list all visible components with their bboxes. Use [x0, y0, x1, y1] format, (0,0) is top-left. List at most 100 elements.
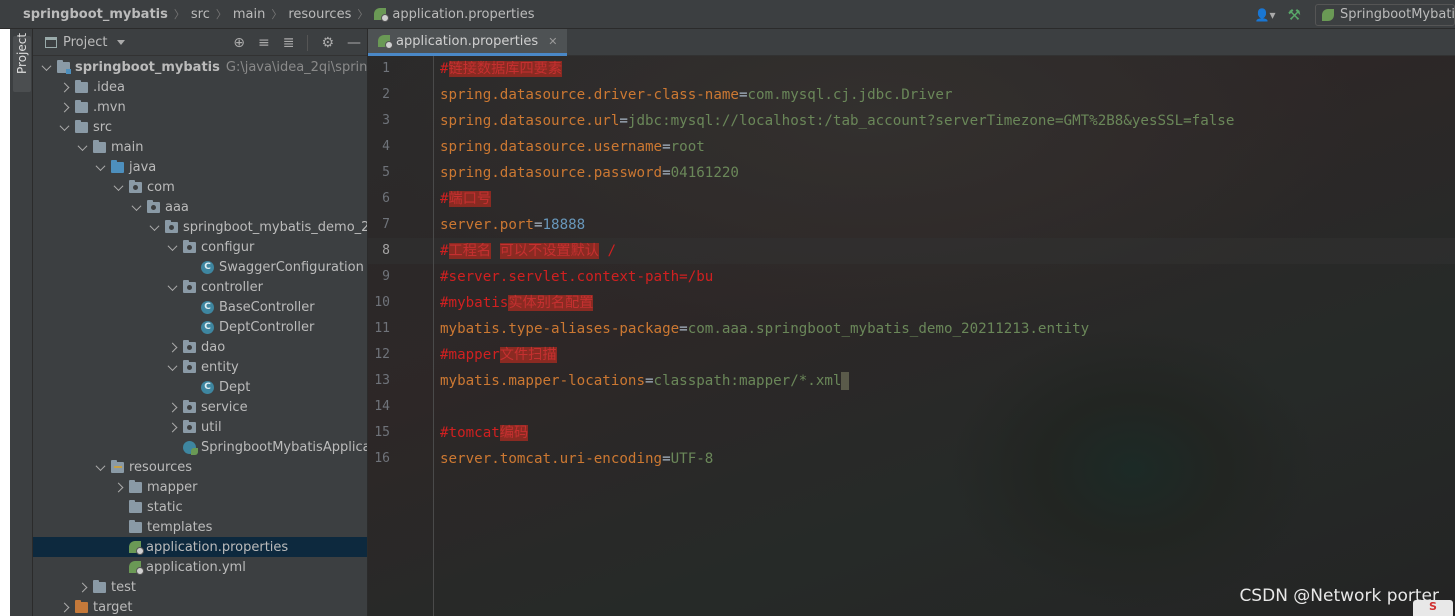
chevron-down-icon[interactable] — [113, 182, 123, 192]
chevron-right-icon[interactable] — [77, 582, 87, 592]
tree-item[interactable]: .mvn — [33, 97, 367, 117]
gear-icon[interactable]: ⚙ — [321, 35, 334, 51]
code-line[interactable]: server.tomcat.uri-encoding=UTF-8 — [440, 446, 713, 472]
breadcrumb-item[interactable]: main — [233, 0, 265, 29]
chevron-down-icon[interactable] — [167, 242, 177, 252]
tree-item-label: main — [111, 139, 144, 155]
tree-item[interactable]: target — [33, 597, 367, 616]
tree-item[interactable]: springboot_mybatis G:\java\idea_2qi\sprin… — [33, 57, 367, 77]
breadcrumb-item[interactable]: springboot_mybatis — [23, 0, 168, 29]
tree-item[interactable]: application.yml — [33, 557, 367, 577]
tool-window-strip — [10, 29, 33, 616]
divider — [307, 34, 309, 51]
tab-application-properties[interactable]: application.properties ✕ — [368, 29, 568, 56]
chevron-right-icon[interactable] — [59, 102, 69, 112]
code-token: com.aaa.springboot_mybatis_demo_20211213… — [687, 321, 1090, 337]
code-line[interactable]: #工程名 可以不设置默认 / — [440, 238, 616, 264]
tree-item[interactable]: util — [33, 417, 367, 437]
chevron-down-icon[interactable] — [131, 202, 141, 212]
chevron-right-icon[interactable] — [59, 82, 69, 92]
code-token: = — [533, 217, 543, 233]
chevron-right-icon[interactable] — [167, 342, 177, 352]
code-line[interactable]: spring.datasource.driver-class-name=com.… — [440, 82, 953, 108]
code-token: jdbc:mysql://localhost:/tab_account?serv… — [627, 113, 1235, 129]
chevron-down-icon[interactable] — [59, 122, 69, 132]
chevron-down-icon[interactable] — [167, 362, 177, 372]
tree-item-label: src — [93, 119, 112, 135]
tree-item[interactable]: mapper — [33, 477, 367, 497]
code-line[interactable]: #tomcat编码 — [440, 420, 529, 446]
locate-icon[interactable]: ⊕ — [233, 35, 245, 51]
tree-item-label: dao — [201, 339, 226, 355]
tree-item[interactable]: aaa — [33, 197, 367, 217]
tree-item[interactable]: springboot_mybatis_demo_2021 — [33, 217, 367, 237]
tree-item-label: BaseController — [219, 299, 315, 315]
chevron-down-icon[interactable] — [149, 222, 159, 232]
hide-icon[interactable]: — — [347, 35, 361, 51]
code-token: # — [440, 243, 449, 259]
code-editor[interactable]: application.properties ✕ 1 2 3 4 5 6 7 8 9 10 11 12… — [368, 29, 1455, 616]
code-token: 工程名 — [448, 243, 492, 259]
tree-item[interactable]: templates — [33, 517, 367, 537]
tree-item[interactable]: entity — [33, 357, 367, 377]
tree-item[interactable]: C BaseController — [33, 297, 367, 317]
chevron-right-icon[interactable] — [167, 402, 177, 412]
tree-item[interactable]: .idea — [33, 77, 367, 97]
tree-item[interactable]: main — [33, 137, 367, 157]
chevron-down-icon[interactable] — [95, 162, 105, 172]
code-line[interactable]: #server.servlet.context-path=/bu — [440, 264, 713, 290]
code-token: #server.servlet.context-path=/bu — [440, 269, 714, 285]
code-line[interactable]: spring.datasource.password=04161220 — [440, 160, 739, 186]
code-line[interactable]: #端口号 — [440, 186, 492, 212]
package-icon — [183, 419, 196, 433]
code-line[interactable]: #mybatis实体别名配置 — [440, 290, 594, 316]
code-line[interactable]: #链接数据库四要素 — [440, 56, 563, 82]
tree-item[interactable]: SpringbootMybatisApplicatic — [33, 437, 367, 457]
code-token: = — [662, 451, 671, 467]
breadcrumb-item[interactable]: src — [191, 0, 210, 29]
tree-item[interactable]: resources — [33, 457, 367, 477]
code-line[interactable]: spring.datasource.url=jdbc:mysql://local… — [440, 108, 1234, 134]
navigation-bar: springboot_mybatis 〉 src 〉 main 〉 resources 〉 ap… — [0, 0, 1455, 29]
tree-item[interactable]: com — [33, 177, 367, 197]
project-tab-label: Project — [15, 32, 29, 74]
tree-item[interactable]: controller — [33, 277, 367, 297]
chevron-down-icon[interactable] — [95, 462, 105, 472]
tree-item[interactable]: configur — [33, 237, 367, 257]
build-hammer-icon[interactable]: ⚒ — [1282, 4, 1307, 26]
chevron-down-icon[interactable] — [117, 39, 126, 45]
code-line[interactable]: mybatis.type-aliases-package=com.aaa.spr… — [440, 316, 1089, 342]
tree-item[interactable]: C SwaggerConfiguration — [33, 257, 367, 277]
tree-item[interactable]: src — [33, 117, 367, 137]
expand-all-icon[interactable]: ≡ — [258, 35, 270, 51]
code-line[interactable]: mybatis.mapper-locations=classpath:mappe… — [440, 368, 850, 394]
code-line[interactable]: spring.datasource.username=root — [440, 134, 705, 160]
tree-item-label: application.properties — [146, 539, 289, 555]
chevron-right-icon[interactable] — [167, 422, 177, 432]
tree-item[interactable]: test — [33, 577, 367, 597]
user-icon[interactable]: 👤▾ — [1249, 4, 1282, 26]
tree-item[interactable]: service — [33, 397, 367, 417]
tree-item[interactable]: C Dept — [33, 377, 367, 397]
chevron-down-icon[interactable] — [41, 62, 51, 72]
tree-item[interactable]: application.properties — [33, 537, 367, 557]
module-icon — [57, 59, 71, 74]
breadcrumb-item[interactable]: resources — [288, 0, 351, 29]
run-configuration-select[interactable]: SpringbootMybatisA — [1315, 3, 1455, 26]
chevron-right-icon[interactable] — [113, 482, 123, 492]
breadcrumb-item[interactable]: application.properties — [392, 0, 534, 29]
tree-item[interactable]: java — [33, 157, 367, 177]
code-line[interactable]: server.port=18888 — [440, 212, 585, 238]
tree-item[interactable]: dao — [33, 337, 367, 357]
collapse-all-icon[interactable]: ≣ — [283, 35, 295, 51]
code-line[interactable]: #mapper文件扫描 — [440, 342, 557, 368]
project-tool-window-tab[interactable]: Project — [13, 32, 31, 92]
close-icon[interactable]: ✕ — [548, 35, 557, 48]
project-view-selector[interactable]: Project — [63, 35, 107, 50]
chevron-down-icon[interactable] — [167, 282, 177, 292]
chevron-right-icon[interactable] — [59, 602, 69, 612]
tree-item[interactable]: static — [33, 497, 367, 517]
package-icon — [183, 359, 196, 373]
tree-item[interactable]: C DeptController — [33, 317, 367, 337]
chevron-down-icon[interactable] — [77, 142, 87, 152]
